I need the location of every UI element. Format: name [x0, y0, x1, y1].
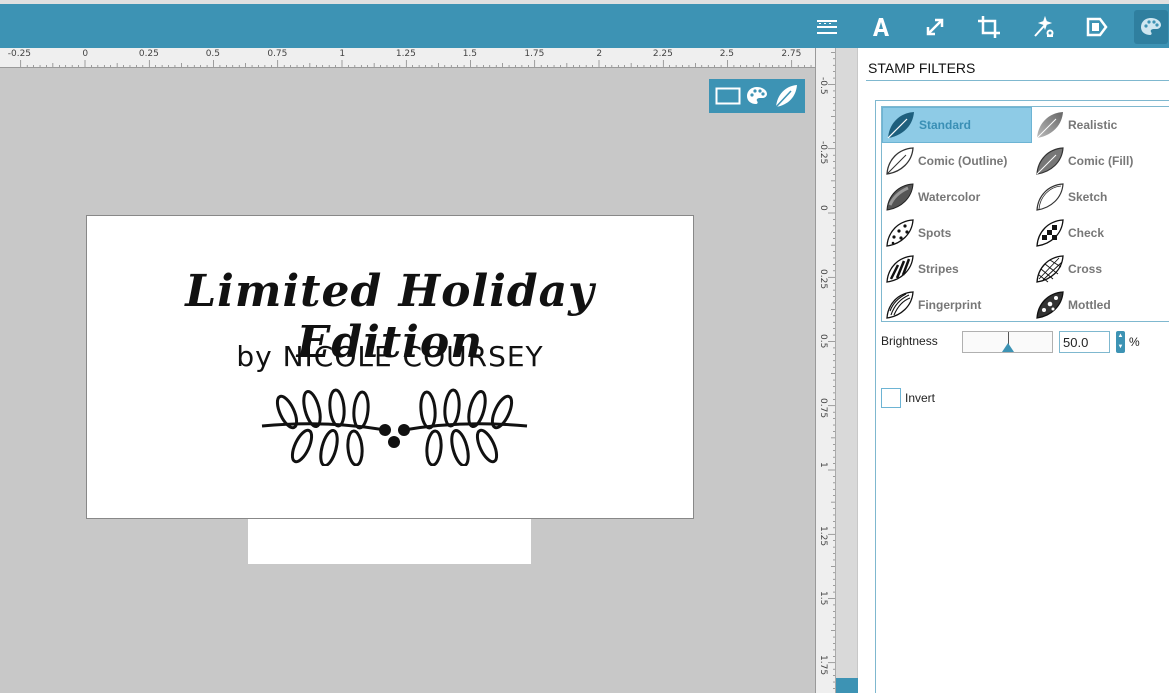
ruler-label: 2 [596, 49, 603, 59]
palette-icon[interactable] [743, 82, 771, 110]
panel-title: STAMP FILTERS [868, 60, 976, 76]
leaf-cross-icon [1036, 255, 1064, 283]
app-window: -0.25 0 0.25 0.5 0.75 1 1.25 1.5 1.75 2 2.25 2.5 2.7… [0, 0, 1169, 693]
filter-label: Cross [1068, 262, 1103, 276]
filter-label: Spots [918, 226, 952, 240]
ruler-label: 2.5 [719, 49, 735, 59]
stamp-handle-tab [248, 519, 531, 564]
crop-icon[interactable] [972, 10, 1006, 44]
ruler-label: 1.75 [524, 49, 545, 59]
leaf-fingerprint-icon [886, 291, 914, 319]
ruler-label: 0.75 [267, 49, 288, 59]
ruler-label: 1.5 [818, 590, 828, 605]
brightness-label: Brightness [881, 334, 938, 348]
filter-label: Standard [919, 118, 972, 132]
filter-check[interactable]: Check [1032, 215, 1169, 251]
filter-realistic[interactable]: Realistic [1032, 107, 1169, 143]
filter-spots[interactable]: Spots [882, 215, 1032, 251]
palette-icon[interactable] [1134, 10, 1168, 44]
ruler-label: 1.75 [818, 654, 828, 675]
lines-menu-icon[interactable] [810, 10, 844, 44]
ruler-label: 2.25 [652, 49, 673, 59]
stamp-subtitle-text[interactable]: by NICOLE COURSEY [87, 340, 693, 373]
filter-stripes[interactable]: Stripes [882, 251, 1032, 287]
ruler-label: -0.25 [818, 140, 828, 165]
filter-label: Fingerprint [918, 298, 982, 312]
canvas-mini-toolbar [709, 79, 805, 113]
stamp-tag-icon[interactable] [1080, 10, 1114, 44]
leaf-solid-icon [887, 112, 914, 139]
filter-label: Watercolor [918, 190, 981, 204]
ruler-label: 1 [339, 49, 346, 59]
filter-label: Mottled [1068, 298, 1111, 312]
panel-divider [866, 80, 1169, 81]
filter-fingerprint[interactable]: Fingerprint [882, 287, 1032, 323]
leaf-watercolor-icon [886, 183, 914, 211]
filter-watercolor[interactable]: Watercolor [882, 179, 1032, 215]
leaf-mottled-icon [1036, 291, 1064, 319]
filter-label: Comic (Outline) [918, 154, 1008, 168]
filter-sketch[interactable]: Sketch [1032, 179, 1169, 215]
leaf-sketch-icon [1036, 183, 1064, 211]
laurel-ornament[interactable] [257, 386, 532, 466]
brightness-input[interactable] [1059, 331, 1110, 353]
ruler-label: 0.75 [818, 397, 828, 418]
ruler-label: 0 [82, 49, 89, 59]
ruler-label: 1.25 [818, 526, 828, 547]
stamp-artwork[interactable]: Limited Holiday Edition by NICOLE COURSE… [86, 215, 694, 519]
filter-comic-fill[interactable]: Comic (Fill) [1032, 143, 1169, 179]
leaf-stripes-icon [886, 255, 914, 283]
invert-checkbox[interactable] [881, 388, 901, 408]
leaf-spots-icon [886, 219, 914, 247]
design-canvas[interactable]: Limited Holiday Edition by NICOLE COURSE… [0, 69, 815, 693]
filters-grid: Standard Realistic Comic (Outline) Comic (F… [881, 106, 1169, 322]
slider-thumb[interactable] [1002, 343, 1014, 352]
filter-cross[interactable]: Cross [1032, 251, 1169, 287]
filter-label: Stripes [918, 262, 959, 276]
scrollbar-thumb[interactable] [836, 678, 858, 693]
rectangle-icon[interactable] [714, 82, 742, 110]
ruler-label: 0.25 [138, 49, 159, 59]
filter-comic-outline[interactable]: Comic (Outline) [882, 143, 1032, 179]
ruler-label: 0.25 [818, 269, 828, 290]
leaf-outline-icon [886, 147, 914, 175]
leaf-check-icon [1036, 219, 1064, 247]
filter-label: Realistic [1068, 118, 1118, 132]
ruler-label: 2.75 [781, 49, 802, 59]
magic-wand-icon[interactable] [1026, 10, 1060, 44]
ruler-label: 0.5 [205, 49, 221, 59]
invert-label: Invert [905, 391, 936, 405]
brightness-unit: % [1129, 335, 1140, 349]
ruler-label: 1.25 [395, 49, 416, 59]
ruler-label: 1 [818, 462, 828, 468]
ruler-label: 0.5 [818, 333, 828, 348]
leaf-gradient-icon [1036, 112, 1063, 139]
top-toolbar [0, 0, 1169, 48]
stepper-down-icon[interactable]: ▼ [1116, 342, 1125, 353]
leaf-fill-icon [1036, 147, 1064, 175]
filter-standard[interactable]: Standard [882, 107, 1032, 143]
ruler-label: 1.5 [462, 49, 478, 59]
filter-label: Sketch [1068, 190, 1108, 204]
stepper-up-icon[interactable]: ▲ [1116, 331, 1125, 342]
resize-arrows-icon[interactable] [918, 10, 952, 44]
filter-label: Comic (Fill) [1068, 154, 1134, 168]
ruler-label: -0.25 [7, 49, 32, 59]
filter-mottled[interactable]: Mottled [1032, 287, 1169, 323]
ruler-label: -0.5 [818, 76, 828, 95]
horizontal-ruler: -0.25 0 0.25 0.5 0.75 1 1.25 1.5 1.75 2 2.25 2.5 2.7… [0, 48, 815, 68]
brightness-stepper[interactable]: ▲ ▼ [1116, 331, 1125, 353]
ruler-label: 0 [818, 205, 828, 211]
vertical-scrollbar[interactable] [835, 48, 858, 693]
filter-label: Check [1068, 226, 1105, 240]
brightness-slider[interactable] [962, 331, 1053, 353]
vertical-ruler: -0.5 -0.25 0 0.25 0.5 0.75 1 1.25 1.5 1.75 [815, 48, 835, 693]
stamp-filters-panel: STAMP FILTERS Standard Realistic Comic (Ou… [858, 48, 1169, 693]
leaf-icon[interactable] [772, 82, 800, 110]
text-icon[interactable] [864, 10, 898, 44]
